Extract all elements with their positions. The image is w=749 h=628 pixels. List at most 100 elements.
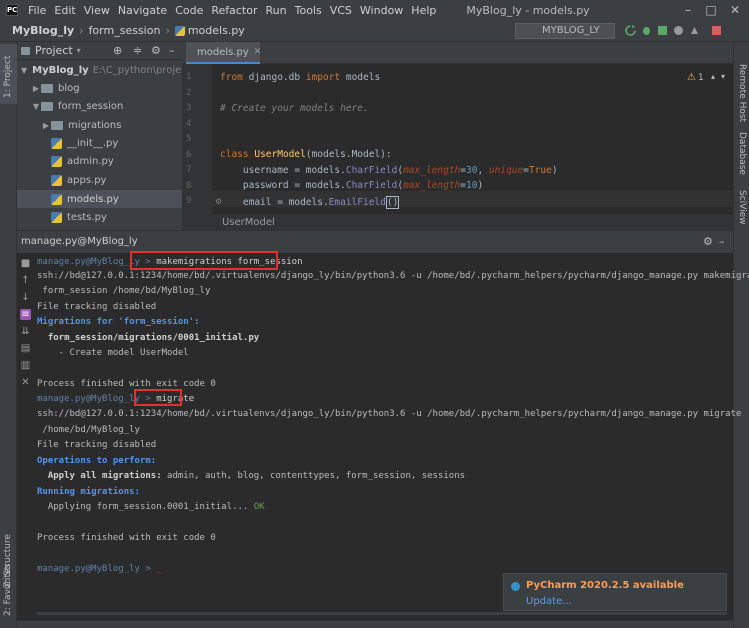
menu-navigate[interactable]: Navigate bbox=[114, 4, 171, 17]
console-line: Migrations for 'form_session': bbox=[37, 317, 200, 327]
chevron-down-icon[interactable]: ▾ bbox=[77, 46, 81, 55]
menu-help[interactable]: Help bbox=[407, 4, 440, 17]
editor-tab-models[interactable]: models.py ✕ bbox=[186, 42, 262, 64]
chevron-right-icon[interactable]: ▶ bbox=[31, 84, 41, 93]
tool-tab-database[interactable]: Database bbox=[737, 132, 747, 175]
tool-tab-remote-host[interactable]: Remote Host bbox=[737, 64, 747, 122]
code-editor: models.py ✕ 1 2 3 4 5 6 7 8 9 from djang… bbox=[182, 42, 733, 230]
menu-tools[interactable]: Tools bbox=[291, 4, 326, 17]
console-line: Running migrations: bbox=[37, 487, 140, 497]
hide-panel-icon[interactable]: – bbox=[719, 235, 725, 248]
line-number: 7 bbox=[186, 165, 192, 175]
warning-icon[interactable]: ⚠ bbox=[687, 72, 696, 83]
tree-item-migrations[interactable]: ▶ migrations bbox=[17, 116, 182, 134]
code-line-8[interactable]: password = models.CharField(max_length=1… bbox=[220, 180, 483, 191]
scroll-to-end-icon[interactable]: ⇊ bbox=[20, 326, 31, 337]
tool-tab-project[interactable]: 1: Project bbox=[3, 56, 13, 98]
profile-icon[interactable] bbox=[673, 25, 684, 36]
menu-view[interactable]: View bbox=[80, 4, 114, 17]
hide-panel-icon[interactable]: – bbox=[169, 44, 175, 57]
navigation-bar: MyBlog_ly › form_session › models.py MYB… bbox=[0, 20, 749, 42]
code-line-6[interactable]: class UserModel(models.Model): bbox=[220, 149, 392, 160]
tree-item-form-session[interactable]: ▼ form_session bbox=[17, 97, 182, 115]
print-icon[interactable]: ▤ bbox=[20, 343, 31, 354]
horizontal-scrollbar[interactable] bbox=[37, 612, 727, 615]
breadcrumb-separator-icon: › bbox=[79, 24, 84, 37]
chevron-down-icon[interactable]: ▾ bbox=[721, 72, 725, 81]
arrow-down-icon[interactable]: ↓ bbox=[20, 292, 31, 303]
breadcrumb-file[interactable]: models.py bbox=[188, 24, 245, 37]
menu-refactor[interactable]: Refactor bbox=[207, 4, 261, 17]
menu-window[interactable]: Window bbox=[356, 4, 407, 17]
chevron-down-icon[interactable]: ▼ bbox=[21, 66, 27, 75]
python-file-icon bbox=[51, 137, 62, 149]
bottom-tool-bar bbox=[17, 620, 733, 628]
stop-icon[interactable]: ■ bbox=[20, 258, 31, 269]
close-icon[interactable]: ✕ bbox=[20, 377, 31, 388]
run-panel-header: manage.py@MyBlog_ly ⚙ – bbox=[17, 231, 733, 253]
tree-item-init-py[interactable]: __init__.py bbox=[17, 134, 182, 152]
line-number: 1 bbox=[186, 72, 192, 82]
locate-file-icon[interactable]: ⊕ bbox=[113, 44, 122, 57]
warning-count: 1 bbox=[698, 73, 704, 83]
coverage-icon[interactable] bbox=[657, 25, 668, 36]
console-line: File tracking disabled bbox=[37, 302, 157, 312]
tree-item-admin-py[interactable]: admin.py bbox=[17, 152, 182, 170]
minimize-icon[interactable]: – bbox=[680, 2, 696, 18]
tree-item-blog[interactable]: ▶ blog bbox=[17, 79, 182, 97]
gear-icon[interactable]: ⚙ bbox=[151, 44, 161, 57]
chevron-up-icon[interactable]: ▴ bbox=[711, 72, 715, 81]
line-number: 9 bbox=[186, 196, 192, 206]
console-line: Apply all migrations: admin, auth, blog,… bbox=[37, 471, 466, 481]
tool-tab-favorites[interactable]: 2: Favorites bbox=[3, 564, 13, 616]
console-line: /home/bd/MyBlog_ly bbox=[37, 425, 140, 435]
gear-icon[interactable]: ⚙ bbox=[703, 235, 713, 248]
code-line-3[interactable]: # Create your models here. bbox=[220, 103, 369, 114]
menu-vcs[interactable]: VCS bbox=[326, 4, 356, 17]
maximize-icon[interactable]: □ bbox=[703, 2, 719, 18]
rerun-icon[interactable] bbox=[625, 25, 636, 36]
tree-item-apps-py[interactable]: apps.py bbox=[17, 171, 182, 189]
soft-wrap-icon[interactable]: ≡ bbox=[20, 309, 31, 320]
close-window-icon[interactable]: ✕ bbox=[727, 2, 743, 18]
bookmark-icon: ⚙ bbox=[215, 197, 223, 206]
project-panel: Project ▾ ⊕ ≑ ⚙ – ▼ MyBlog_ly E:\C_pytho… bbox=[17, 42, 182, 230]
left-tool-strip: 1: Project Z: Structure 2: Favorites bbox=[0, 42, 17, 628]
editor-tab-label: models.py bbox=[197, 46, 249, 58]
project-panel-title[interactable]: Project bbox=[35, 44, 73, 57]
line-number: 4 bbox=[186, 119, 192, 129]
breadcrumb-folder[interactable]: form_session bbox=[89, 24, 161, 37]
code-line-1[interactable]: from django.db import models bbox=[220, 72, 380, 83]
debug-icon[interactable] bbox=[641, 25, 652, 36]
tool-tab-sciview[interactable]: SciView bbox=[737, 190, 747, 225]
run-panel-title[interactable]: manage.py@MyBlog_ly bbox=[21, 236, 138, 247]
stop-icon[interactable] bbox=[711, 25, 722, 36]
folder-icon bbox=[41, 101, 53, 111]
project-panel-header: Project ▾ ⊕ ≑ ⚙ – bbox=[17, 42, 182, 60]
editor-breadcrumb-class[interactable]: UserModel bbox=[222, 217, 275, 228]
menu-code[interactable]: Code bbox=[171, 4, 207, 17]
run-configuration-select[interactable]: MYBLOG_LY bbox=[515, 23, 615, 39]
tree-item-label: MyBlog_ly bbox=[32, 64, 89, 76]
update-link[interactable]: Update... bbox=[526, 596, 572, 607]
tree-item-models-py[interactable]: models.py bbox=[17, 190, 182, 208]
tree-item-label: admin.py bbox=[67, 155, 114, 167]
concurrency-icon[interactable] bbox=[689, 25, 700, 36]
console-prompt-3[interactable]: manage.py@MyBlog_ly > _ bbox=[37, 564, 162, 574]
line-number: 5 bbox=[186, 134, 192, 144]
breadcrumb-project[interactable]: MyBlog_ly bbox=[12, 24, 74, 37]
collapse-all-icon[interactable]: ≑ bbox=[133, 44, 142, 57]
tree-item-label: apps.py bbox=[67, 174, 107, 186]
close-tab-icon[interactable]: ✕ bbox=[254, 47, 262, 57]
tree-item-tests-py[interactable]: tests.py bbox=[17, 208, 182, 226]
menu-file[interactable]: File bbox=[24, 4, 50, 17]
tree-item-myblog-ly[interactable]: ▼ MyBlog_ly E:\C_python\project\Myl bbox=[17, 61, 182, 79]
chevron-right-icon[interactable]: ▶ bbox=[41, 121, 51, 130]
arrow-up-icon[interactable]: ↑ bbox=[20, 275, 31, 286]
chevron-down-icon[interactable]: ▼ bbox=[31, 102, 41, 111]
menu-edit[interactable]: Edit bbox=[50, 4, 79, 17]
code-line-9[interactable]: email = models.EmailField() bbox=[220, 196, 400, 209]
code-line-7[interactable]: username = models.CharField(max_length=3… bbox=[220, 165, 558, 176]
menu-run[interactable]: Run bbox=[262, 4, 291, 17]
clear-icon[interactable]: ▥ bbox=[20, 360, 31, 371]
